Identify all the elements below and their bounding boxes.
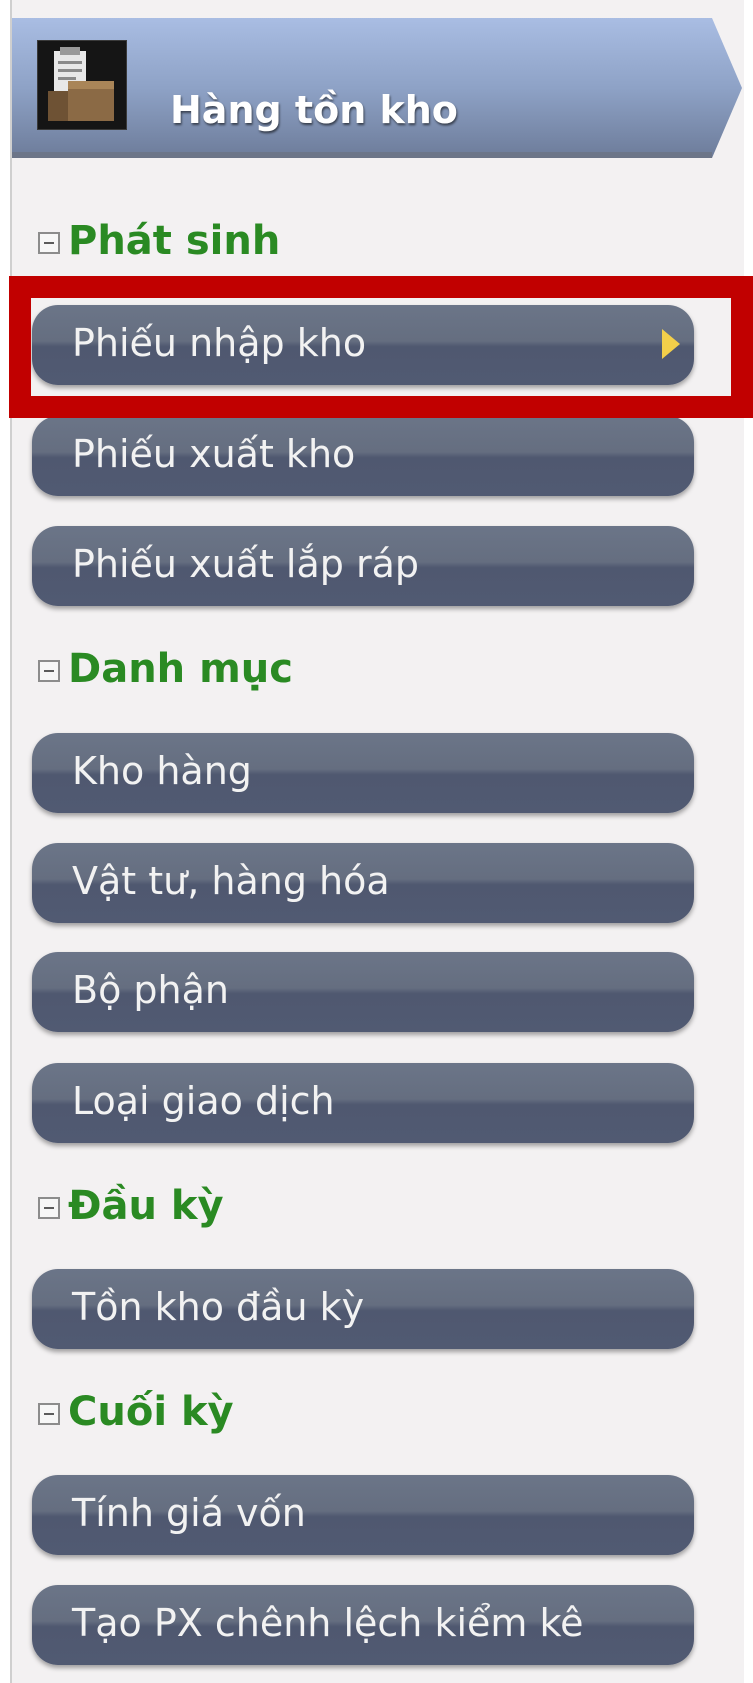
- collapse-icon[interactable]: [38, 660, 60, 682]
- menu-item-label: Tạo PX chênh lệch kiểm kê: [72, 1601, 584, 1645]
- menu-item-vat-tu-hang-hoa[interactable]: Vật tư, hàng hóa: [32, 843, 694, 923]
- menu-item-label: Phiếu xuất kho: [72, 432, 356, 476]
- module-header[interactable]: Hàng tồn kho: [12, 18, 742, 168]
- section-cuoi-ky[interactable]: Cuối kỳ: [38, 1387, 234, 1437]
- menu-item-label: Tồn kho đầu kỳ: [72, 1285, 365, 1329]
- selection-highlight: [9, 276, 753, 418]
- menu-item-bo-phan[interactable]: Bộ phận: [32, 952, 694, 1032]
- section-dau-ky[interactable]: Đầu kỳ: [38, 1181, 224, 1231]
- collapse-icon[interactable]: [38, 232, 60, 254]
- menu-item-label: Tính giá vốn: [72, 1491, 306, 1535]
- menu-item-label: Bộ phận: [72, 968, 229, 1012]
- menu-item-tao-px-chenh-lech-kiem-ke[interactable]: Tạo PX chênh lệch kiểm kê: [32, 1585, 694, 1665]
- collapse-icon[interactable]: [38, 1197, 60, 1219]
- section-label: Phát sinh: [68, 218, 281, 264]
- menu-item-loai-giao-dich[interactable]: Loại giao dịch: [32, 1063, 694, 1143]
- menu-item-label: Loại giao dịch: [72, 1079, 335, 1123]
- collapse-icon[interactable]: [38, 1403, 60, 1425]
- menu-item-label: Kho hàng: [72, 749, 252, 793]
- module-title: Hàng tồn kho: [170, 88, 458, 132]
- menu-item-phieu-xuat-lap-rap[interactable]: Phiếu xuất lắp ráp: [32, 526, 694, 606]
- section-label: Cuối kỳ: [68, 1389, 234, 1435]
- warehouse-clipboard-icon: [37, 40, 127, 130]
- menu-item-tinh-gia-von[interactable]: Tính giá vốn: [32, 1475, 694, 1555]
- section-danh-muc[interactable]: Danh mục: [38, 644, 293, 694]
- section-phat-sinh[interactable]: Phát sinh: [38, 216, 280, 266]
- menu-item-ton-kho-dau-ky[interactable]: Tồn kho đầu kỳ: [32, 1269, 694, 1349]
- menu-item-kho-hang[interactable]: Kho hàng: [32, 733, 694, 813]
- section-label: Đầu kỳ: [68, 1183, 224, 1229]
- menu-item-label: Vật tư, hàng hóa: [72, 859, 390, 903]
- menu-item-label: Phiếu xuất lắp ráp: [72, 542, 420, 586]
- section-label: Danh mục: [68, 646, 293, 692]
- menu-item-phieu-xuat-kho[interactable]: Phiếu xuất kho: [32, 416, 694, 496]
